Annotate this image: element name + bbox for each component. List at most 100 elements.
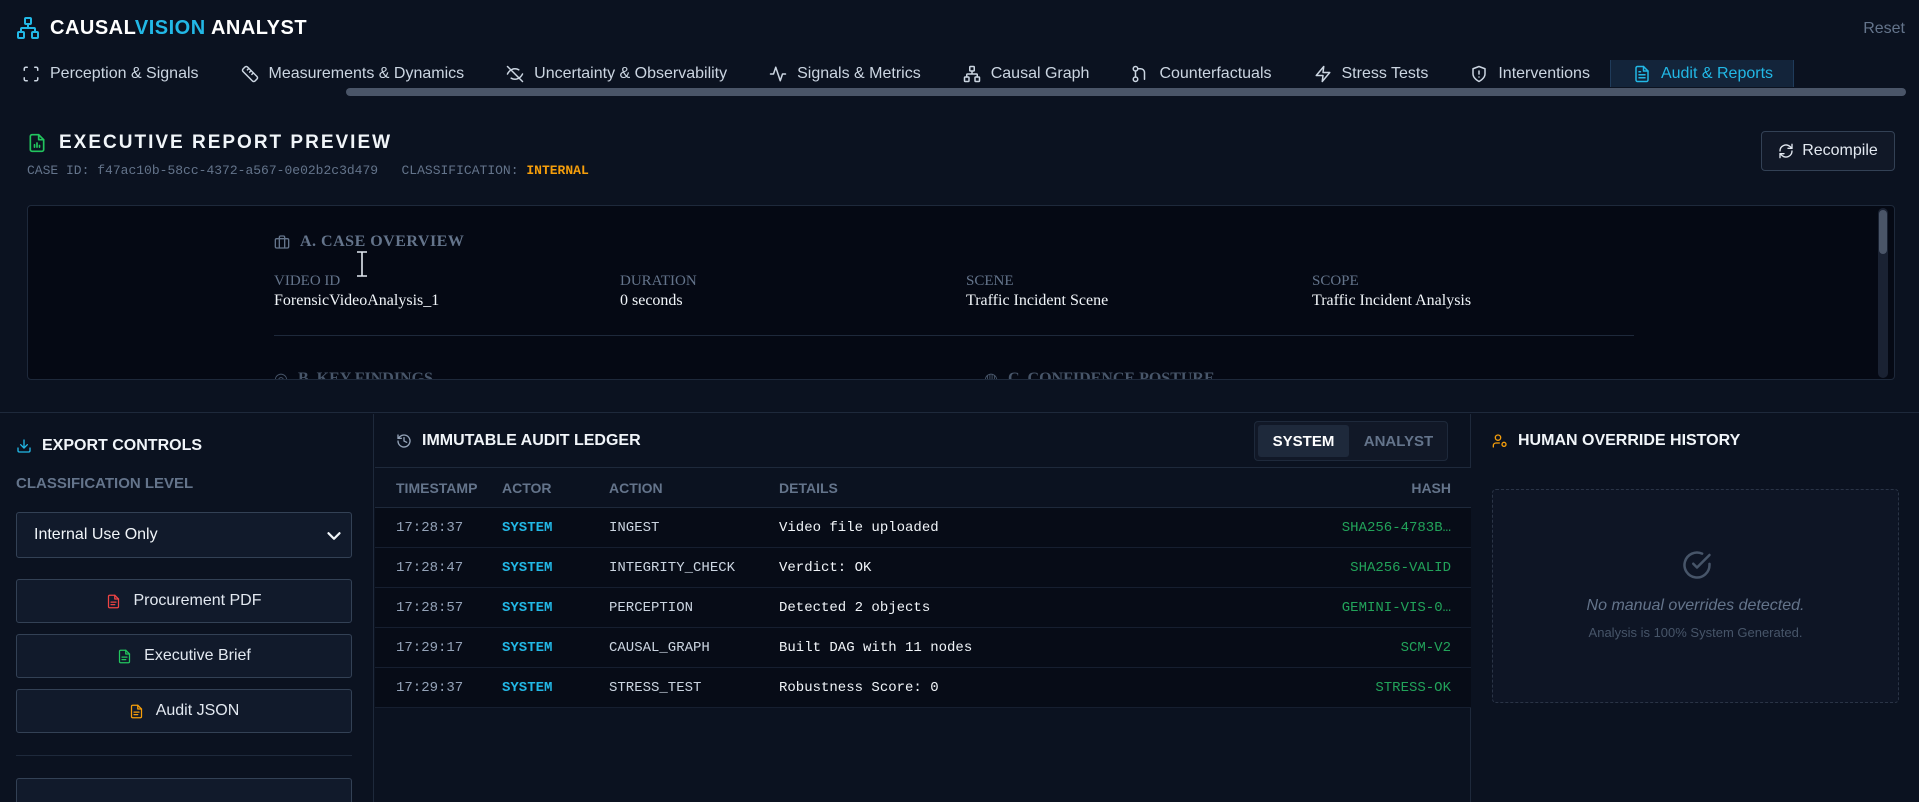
network-icon [963, 65, 980, 83]
tabs-scrollbar[interactable] [0, 87, 1919, 96]
row-hash: SHA256-VALID [1271, 547, 1471, 588]
app-title: CAUSALVISION ANALYST [50, 16, 308, 39]
classification-badge: INTERNAL [526, 163, 589, 178]
field-label: SCOPE [1312, 273, 1359, 289]
table-row[interactable]: 17:28:37 SYSTEM INGEST Video file uploaded S… [375, 507, 1471, 548]
target-icon: ◎ [274, 371, 288, 380]
procurement-pdf-button[interactable]: Procurement PDF [16, 579, 352, 623]
shield-icon [1472, 65, 1487, 83]
document-scrollbar[interactable] [1878, 208, 1888, 378]
field-value: Traffic Incident Analysis [1312, 292, 1472, 309]
row-action: STRESS_TEST [609, 667, 779, 708]
field-value: ForensicVideoAnalysis_1 [274, 292, 440, 309]
briefcase-icon [274, 235, 290, 249]
activity-icon [769, 66, 787, 82]
row-timestamp: 17:28:37 [375, 507, 502, 548]
tabs-scrollbar-thumb[interactable] [346, 88, 1906, 96]
table-row[interactable]: 17:29:17 SYSTEM CAUSAL_GRAPH Built DAG with… [375, 627, 1471, 668]
overview-field: DURATION 0 seconds [620, 273, 966, 310]
top-bar: CAUSALVISION ANALYST Reset [0, 0, 1919, 58]
row-timestamp: 17:28:57 [375, 587, 502, 628]
classification-level-select[interactable]: Internal Use Only [16, 512, 352, 558]
additional-export-button[interactable] [16, 778, 352, 802]
json-file-icon [130, 704, 142, 718]
tab-uncertainty-observability[interactable]: Uncertainty & Observability [484, 60, 747, 88]
tab-measurements-dynamics[interactable]: Measurements & Dynamics [219, 60, 485, 88]
table-row[interactable]: 17:28:47 SYSTEM INTEGRITY_CHECK Verdict: OK… [375, 547, 1471, 588]
branch-icon [1132, 65, 1146, 83]
field-label: SCENE [966, 273, 1014, 289]
tab-label: Measurements & Dynamics [268, 65, 465, 82]
chevron-down-icon [327, 532, 341, 540]
report-header: EXECUTIVE REPORT PREVIEW [27, 132, 392, 154]
tab-counterfactuals[interactable]: Counterfactuals [1109, 60, 1291, 88]
focus-frame-icon [23, 66, 39, 82]
tab-signals-metrics[interactable]: Signals & Metrics [747, 60, 941, 88]
check-circle-icon [1683, 551, 1711, 579]
case-meta: CASE ID: f47ac10b-58cc-4372-a567-0e02b2c… [27, 163, 589, 178]
gauge-icon: ◍ [984, 371, 998, 380]
field-value: 0 seconds [620, 292, 683, 309]
export-controls-panel: EXPORT CONTROLS CLASSIFICATION LEVEL Int… [0, 414, 374, 802]
row-actor: SYSTEM [502, 547, 609, 588]
table-row[interactable]: 17:28:57 SYSTEM PERCEPTION Detected 2 objec… [375, 587, 1471, 628]
overview-field: SCENE Traffic Incident Scene [966, 273, 1312, 310]
executive-brief-button[interactable]: Executive Brief [16, 634, 352, 678]
case-id: f47ac10b-58cc-4372-a567-0e02b2c3d479 [97, 163, 379, 178]
module-tabs: Perception & Signals Measurements & Dynam… [0, 60, 1919, 88]
row-details: Robustness Score: 0 [779, 667, 1271, 708]
app-logo: CAUSALVISION ANALYST [16, 16, 307, 40]
audit-ledger-panel: IMMUTABLE AUDIT LEDGER SYSTEM ANALYST TIM… [375, 414, 1471, 802]
tab-label: Audit & Reports [1660, 65, 1774, 82]
tab-label: Interventions [1498, 65, 1590, 82]
bolt-icon [1315, 65, 1330, 83]
overview-field: VIDEO ID ForensicVideoAnalysis_1 [274, 273, 620, 310]
row-details: Built DAG with 11 nodes [779, 627, 1271, 668]
row-hash: GEMINI-VIS-0… [1271, 587, 1471, 628]
filter-system[interactable]: SYSTEM [1258, 425, 1349, 457]
table-row[interactable]: 17:29:37 SYSTEM STRESS_TEST Robustness Scor… [375, 667, 1471, 708]
overview-divider [274, 335, 1634, 336]
document-scrollbar-thumb[interactable] [1879, 210, 1887, 254]
row-action: CAUSAL_GRAPH [609, 627, 779, 668]
tab-audit-reports[interactable]: Audit & Reports [1609, 60, 1795, 88]
field-label: VIDEO ID [274, 273, 341, 289]
tab-label: Counterfactuals [1159, 65, 1272, 82]
classification-level-label: CLASSIFICATION LEVEL [16, 475, 194, 492]
report-preview-section: EXECUTIVE REPORT PREVIEW CASE ID: f47ac1… [0, 97, 1919, 413]
tab-label: Signals & Metrics [797, 65, 921, 82]
tab-causal-graph[interactable]: Causal Graph [941, 60, 1110, 88]
audit-json-button[interactable]: Audit JSON [16, 689, 352, 733]
row-action: PERCEPTION [609, 587, 779, 628]
tab-perception-signals[interactable]: Perception & Signals [0, 60, 219, 88]
override-history-heading: HUMAN OVERRIDE HISTORY [1492, 432, 1740, 450]
tab-interventions[interactable]: Interventions [1448, 60, 1610, 88]
row-timestamp: 17:29:17 [375, 627, 502, 668]
row-details: Video file uploaded [779, 507, 1271, 548]
overview-field: SCOPE Traffic Incident Analysis [1312, 273, 1658, 310]
report-document[interactable]: A. CASE OVERVIEW VIDEO ID ForensicVideoAn… [27, 205, 1895, 380]
eye-off-icon [506, 65, 524, 83]
row-action: INTEGRITY_CHECK [609, 547, 779, 588]
row-hash: SHA256-4783B… [1271, 507, 1471, 548]
col-action: ACTION [609, 467, 779, 508]
reset-button[interactable]: Reset [1863, 20, 1905, 38]
row-timestamp: 17:29:37 [375, 667, 502, 708]
row-details: Verdict: OK [779, 547, 1271, 588]
tab-stress-tests[interactable]: Stress Tests [1292, 60, 1449, 88]
row-details: Detected 2 objects [779, 587, 1271, 628]
recompile-button[interactable]: Recompile [1761, 131, 1895, 171]
report-title: EXECUTIVE REPORT PREVIEW [59, 132, 393, 153]
file-chart-icon [29, 133, 45, 153]
table-header-row: TIMESTAMP ACTOR ACTION DETAILS HASH [375, 467, 1471, 508]
user-cog-icon [1492, 434, 1507, 448]
row-actor: SYSTEM [502, 507, 609, 548]
audit-ledger-table: TIMESTAMP ACTOR ACTION DETAILS HASH 17:2… [375, 467, 1471, 708]
brief-file-icon [119, 649, 131, 663]
row-action: INGEST [609, 507, 779, 548]
network-logo-icon [17, 17, 39, 39]
row-hash: SCM-V2 [1271, 627, 1471, 668]
filter-analyst[interactable]: ANALYST [1353, 425, 1444, 457]
case-overview-heading: A. CASE OVERVIEW [274, 233, 464, 251]
history-icon [397, 434, 411, 448]
